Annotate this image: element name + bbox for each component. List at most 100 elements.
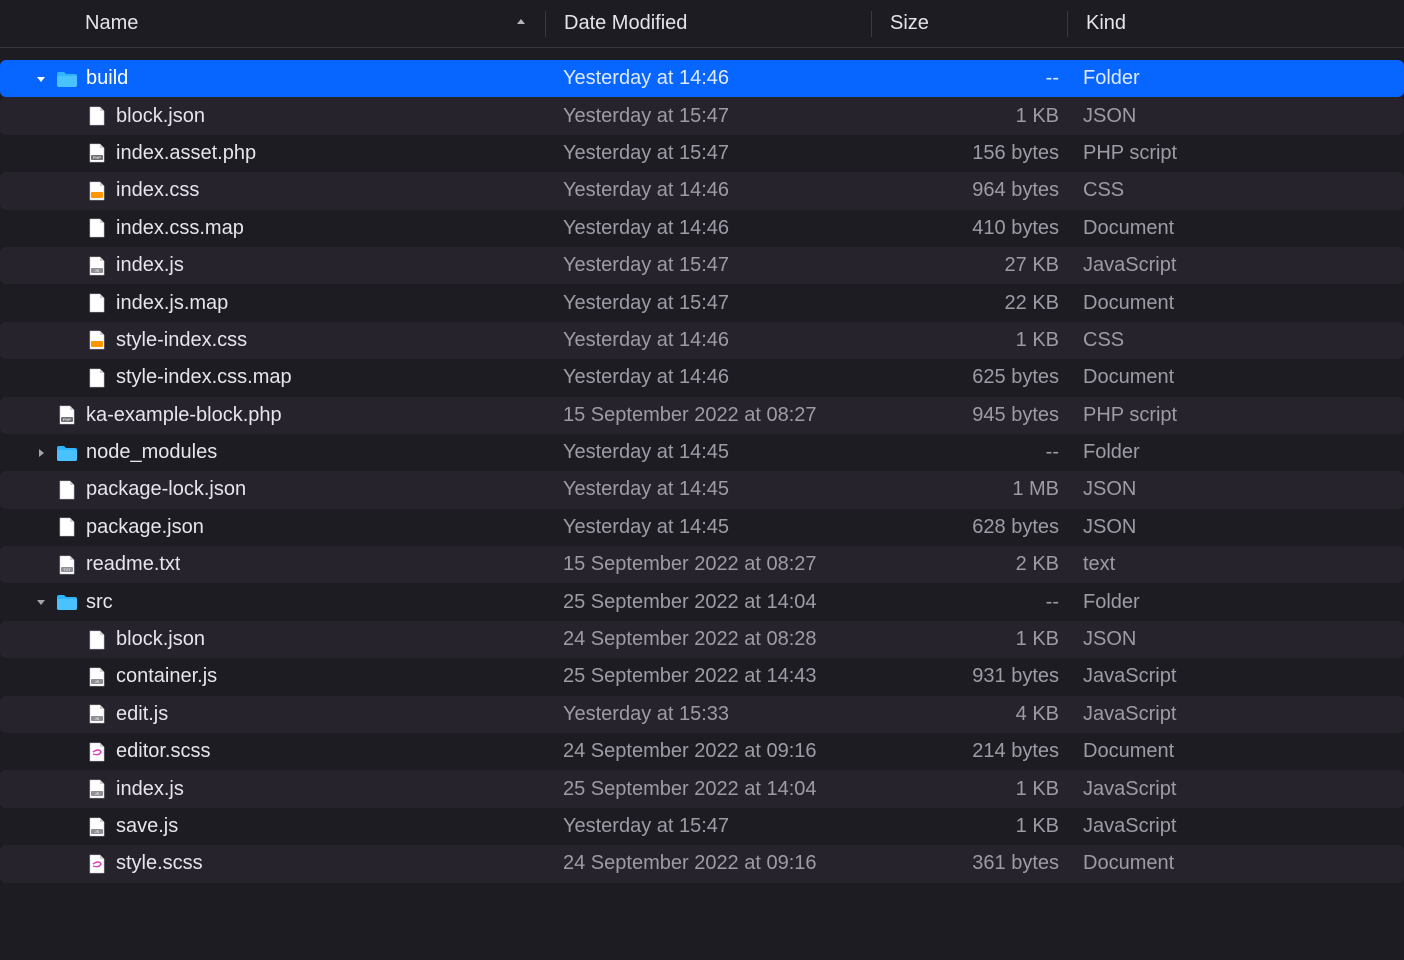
file-date: Yesterday at 14:46 [545,329,870,352]
file-row[interactable]: index.js.mapYesterday at 15:4722 KBDocum… [0,284,1404,321]
file-row[interactable]: package.jsonYesterday at 14:45628 bytesJ… [0,509,1404,546]
file-row[interactable]: PHPindex.asset.phpYesterday at 15:47156 … [0,135,1404,172]
svg-text:PHP: PHP [63,417,72,422]
column-header-date[interactable]: Date Modified [546,0,871,47]
file-name: ka-example-block.php [86,404,282,427]
file-size: 1 KB [870,778,1065,801]
file-row[interactable]: index.cssYesterday at 14:46964 bytesCSS [0,172,1404,209]
file-row-name-cell: block.json [18,628,545,651]
file-row-name-cell: index.css.map [18,217,545,240]
file-row[interactable]: style-index.cssYesterday at 14:461 KBCSS [0,322,1404,359]
file-icon [86,367,108,389]
file-row-name-cell: index.js.map [18,292,545,315]
file-kind: Document [1065,366,1386,389]
file-kind: JavaScript [1065,778,1386,801]
file-kind: JSON [1065,478,1386,501]
svg-text:JS: JS [95,716,100,721]
file-size: 22 KB [870,292,1065,315]
file-row-name-cell: style.scss [18,852,545,875]
file-row[interactable]: JSindex.jsYesterday at 15:4727 KBJavaScr… [0,247,1404,284]
file-name: editor.scss [116,740,210,763]
file-kind: CSS [1065,179,1386,202]
file-date: 24 September 2022 at 09:16 [545,740,870,763]
file-size: 1 KB [870,815,1065,838]
file-size: 410 bytes [870,217,1065,240]
file-row[interactable]: package-lock.jsonYesterday at 14:451 MBJ… [0,471,1404,508]
disclosure-down-icon[interactable] [34,74,48,84]
file-size: 625 bytes [870,366,1065,389]
svg-text:PHP: PHP [93,155,102,160]
file-row-name-cell: package-lock.json [18,478,545,501]
file-date: 25 September 2022 at 14:04 [545,778,870,801]
file-row[interactable]: JSindex.js25 September 2022 at 14:041 KB… [0,770,1404,807]
file-icon: JS [86,703,108,725]
file-size: 628 bytes [870,516,1065,539]
file-row-name-cell: node_modules [18,441,545,464]
file-row-name-cell: src [18,591,545,614]
file-size: 214 bytes [870,740,1065,763]
column-header-kind[interactable]: Kind [1068,0,1404,47]
file-size: 1 KB [870,105,1065,128]
file-kind: Folder [1065,591,1386,614]
file-row[interactable]: PHPka-example-block.php15 September 2022… [0,397,1404,434]
file-row-name-cell: JS index.js [18,254,545,277]
file-row[interactable]: node_modulesYesterday at 14:45--Folder [0,434,1404,471]
column-header-date-label: Date Modified [564,12,687,35]
file-name: index.js [116,254,184,277]
file-name: edit.js [116,703,168,726]
file-icon: PHP [56,404,78,426]
file-size: 2 KB [870,553,1065,576]
file-date: 24 September 2022 at 09:16 [545,852,870,875]
file-size: -- [870,591,1065,614]
file-icon [86,741,108,763]
file-row[interactable]: editor.scss 24 September 2022 at 09:16214… [0,733,1404,770]
file-kind: Folder [1065,67,1386,90]
file-icon [86,329,108,351]
file-size: 964 bytes [870,179,1065,202]
file-size: 1 MB [870,478,1065,501]
file-kind: JSON [1065,516,1386,539]
file-name: style.scss [116,852,203,875]
file-row-name-cell: style-index.css [18,329,545,352]
file-name: block.json [116,628,205,651]
file-icon: JS [86,255,108,277]
file-kind: PHP script [1065,404,1386,427]
column-header-size-label: Size [890,12,929,35]
disclosure-right-icon[interactable] [34,448,48,458]
file-row-name-cell: build [18,67,545,90]
file-row[interactable]: index.css.mapYesterday at 14:46410 bytes… [0,210,1404,247]
file-row[interactable]: JSsave.jsYesterday at 15:471 KBJavaScrip… [0,808,1404,845]
file-kind: JSON [1065,628,1386,651]
file-row[interactable]: buildYesterday at 14:46--Folder [0,60,1404,97]
file-date: Yesterday at 15:47 [545,815,870,838]
file-kind: JavaScript [1065,665,1386,688]
file-name: style-index.css [116,329,247,352]
file-date: Yesterday at 15:33 [545,703,870,726]
file-kind: JavaScript [1065,815,1386,838]
file-row[interactable]: style.scss24 September 2022 at 09:16361 … [0,845,1404,882]
file-row[interactable]: block.jsonYesterday at 15:471 KBJSON [0,97,1404,134]
file-row-name-cell: index.css [18,179,545,202]
file-row[interactable]: block.json24 September 2022 at 08:281 KB… [0,621,1404,658]
file-kind: CSS [1065,329,1386,352]
file-list: buildYesterday at 14:46--Folderblock.jso… [0,48,1404,883]
file-row[interactable]: style-index.css.mapYesterday at 14:46625… [0,359,1404,396]
file-name: package.json [86,516,204,539]
file-icon [86,629,108,651]
file-row[interactable]: src25 September 2022 at 14:04--Folder [0,583,1404,620]
file-icon: JS [86,816,108,838]
file-date: Yesterday at 14:46 [545,217,870,240]
column-header-size[interactable]: Size [872,0,1067,47]
file-row[interactable]: TXTreadme.txt15 September 2022 at 08:272… [0,546,1404,583]
file-row-name-cell: PHPindex.asset.php [18,142,545,165]
disclosure-down-icon[interactable] [34,597,48,607]
file-icon [86,853,108,875]
column-header-name[interactable]: Name [0,0,545,47]
file-date: Yesterday at 14:46 [545,366,870,389]
file-kind: Document [1065,852,1386,875]
file-row[interactable]: JSedit.jsYesterday at 15:334 KBJavaScrip… [0,696,1404,733]
file-row[interactable]: JScontainer.js25 September 2022 at 14:43… [0,658,1404,695]
file-size: 156 bytes [870,142,1065,165]
folder-icon [56,68,78,90]
file-size: -- [870,441,1065,464]
